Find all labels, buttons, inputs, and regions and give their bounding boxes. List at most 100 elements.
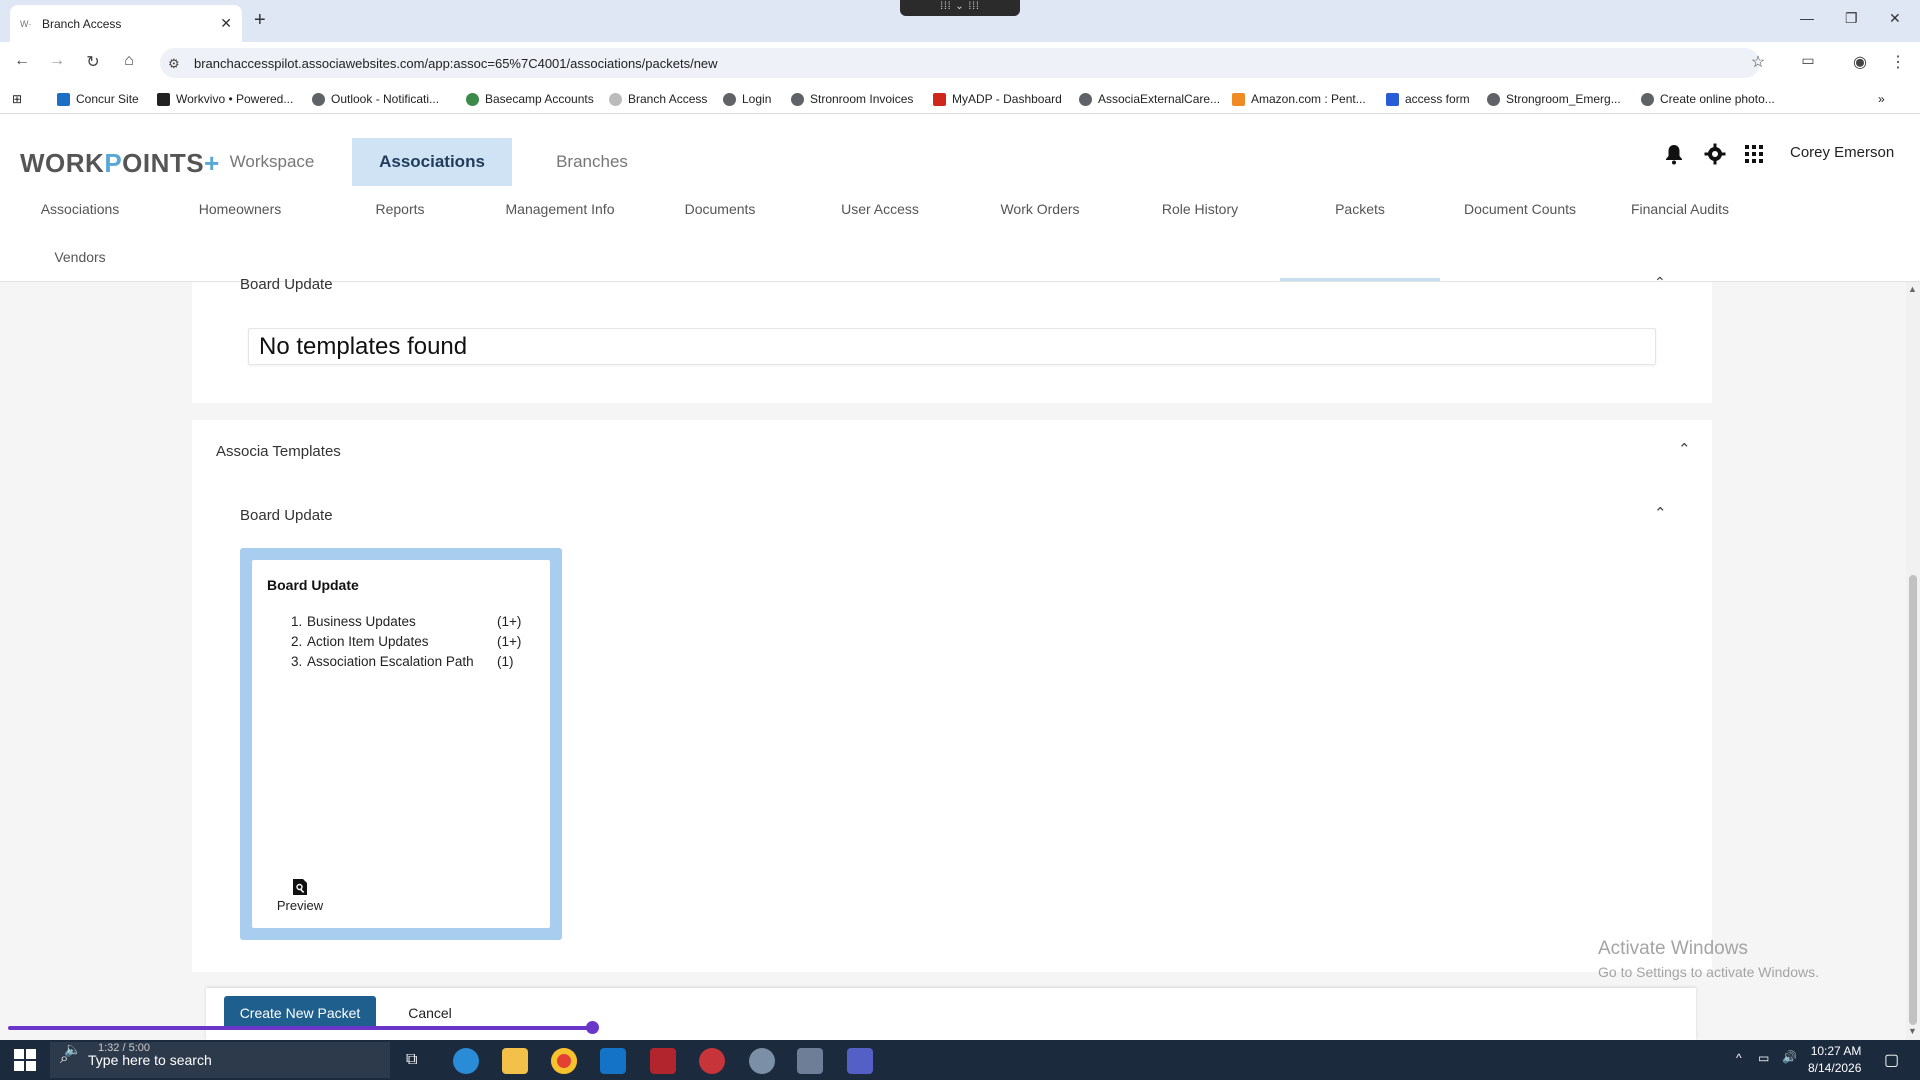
address-bar[interactable]: branchaccesspilot.associawebsites.com/ap… [160, 48, 1760, 78]
edge-icon[interactable] [453, 1048, 479, 1074]
template-card-title: Board Update [267, 577, 359, 593]
bookmark-basecamp[interactable]: Basecamp Accounts [466, 92, 594, 106]
new-tab-icon[interactable]: + [254, 9, 266, 32]
bookmark-branch-access[interactable]: Branch Access [609, 92, 707, 106]
tab-close-icon[interactable]: ✕ [220, 15, 232, 32]
app-icon[interactable] [699, 1048, 725, 1074]
app-icon[interactable] [797, 1048, 823, 1074]
video-progress-bar[interactable] [8, 1026, 593, 1030]
tab-branches[interactable]: Branches [530, 138, 654, 186]
bookmark-star-icon[interactable]: ☆ [1748, 52, 1768, 72]
minimize-icon[interactable]: — [1800, 10, 1814, 26]
outlook-icon[interactable] [600, 1048, 626, 1074]
apps-grid-icon[interactable]: ⊞ [12, 92, 22, 106]
browser-tab[interactable]: W· Branch Access ✕ [10, 5, 242, 42]
bookmark-stronroom[interactable]: Stronroom Invoices [791, 92, 913, 106]
subnav-management-info[interactable]: Management Info [490, 201, 630, 217]
file-explorer-icon[interactable] [502, 1048, 528, 1074]
url-text: branchaccesspilot.associawebsites.com/ap… [194, 55, 718, 71]
create-new-packet-button[interactable]: Create New Packet [224, 996, 376, 1030]
bookmark-myadp[interactable]: MyADP - Dashboard [933, 92, 1062, 106]
bookmark-associa-external[interactable]: AssociaExternalCare... [1079, 92, 1220, 106]
subnav-associations[interactable]: Associations [20, 201, 140, 217]
subnav-role-history[interactable]: Role History [1140, 201, 1260, 217]
close-window-icon[interactable]: ✕ [1889, 10, 1901, 27]
activate-windows-subtitle: Go to Settings to activate Windows. [1598, 964, 1819, 980]
user-name[interactable]: Corey Emerson [1790, 144, 1894, 161]
group-collapse-chevron-icon[interactable]: ⌃ [1654, 504, 1667, 522]
associa-collapse-chevron-icon[interactable]: ⌃ [1678, 440, 1691, 458]
associa-group-label[interactable]: Board Update [240, 507, 333, 524]
subnav-homeowners[interactable]: Homeowners [180, 201, 300, 217]
forward-icon[interactable]: → [47, 52, 67, 70]
bookmark-amazon[interactable]: Amazon.com : Pent... [1232, 92, 1366, 106]
cancel-button[interactable]: Cancel [396, 996, 464, 1030]
template-item-number: 3. [291, 654, 303, 669]
bookmark-favicon-icon [933, 92, 946, 106]
active-subnav-indicator [1280, 278, 1440, 281]
preview-label: Preview [276, 898, 324, 913]
subnav-reports[interactable]: Reports [340, 201, 460, 217]
subnav-financial-audits[interactable]: Financial Audits [1610, 201, 1750, 217]
bookmark-favicon-icon [57, 92, 70, 106]
bookmarks-overflow-icon[interactable]: » [1878, 92, 1885, 106]
speaker-icon[interactable]: 🔊 [1782, 1050, 1797, 1064]
subnav-vendors[interactable]: Vendors [20, 249, 140, 265]
bookmark-favicon-icon [157, 92, 170, 106]
bookmark-outlook[interactable]: Outlook - Notificati... [312, 92, 439, 106]
subnav-document-counts[interactable]: Document Counts [1450, 201, 1590, 217]
bookmark-strongroom-emerg[interactable]: Strongroom_Emerg... [1487, 92, 1621, 106]
bookmark-workvivo[interactable]: Workvivo • Powered... [157, 92, 293, 106]
task-view-icon[interactable]: ⧉ [406, 1051, 417, 1069]
notifications-center-icon[interactable]: ▢ [1884, 1050, 1899, 1070]
bookmark-favicon-icon [1079, 92, 1092, 106]
template-item-name: Association Escalation Path [307, 654, 474, 669]
subnav-user-access[interactable]: User Access [820, 201, 940, 217]
bookmark-favicon-icon [466, 92, 479, 106]
windows-start-icon[interactable] [14, 1049, 36, 1071]
apps-grid-icon[interactable] [1745, 145, 1763, 163]
page-scrollbar-thumb[interactable] [1909, 575, 1917, 1025]
tab-associations[interactable]: Associations [352, 138, 512, 186]
pdf-editor-icon[interactable] [650, 1048, 676, 1074]
restore-icon[interactable]: ❐ [1845, 10, 1858, 27]
notifications-bell-icon[interactable] [1664, 143, 1684, 165]
workpoints-logo[interactable]: WORKPOINTS+ [20, 148, 220, 179]
profile-icon[interactable]: ◉ [1850, 52, 1870, 72]
bookmark-access-form[interactable]: access form [1386, 92, 1470, 106]
bookmark-create-photo[interactable]: Create online photo... [1641, 92, 1775, 106]
reload-icon[interactable]: ↻ [83, 52, 103, 72]
subnav-packets[interactable]: Packets [1300, 201, 1420, 217]
settings-gear-icon[interactable] [1704, 143, 1726, 165]
collapse-chevron-icon[interactable]: ⌃ [1654, 274, 1666, 291]
subnav-documents[interactable]: Documents [660, 201, 780, 217]
scroll-down-icon[interactable]: ▼ [1908, 1026, 1917, 1036]
template-item-name: Action Item Updates [307, 634, 429, 649]
top-group-label[interactable]: Board Update [240, 276, 333, 293]
tray-overflow-icon[interactable]: ^ [1736, 1051, 1742, 1065]
bookmark-favicon-icon [1641, 92, 1654, 106]
template-item-count: (1+) [497, 634, 522, 649]
site-info-icon[interactable]: ⚙ [168, 56, 180, 72]
clock-date: 8/14/2026 [1808, 1061, 1862, 1075]
app-icon[interactable] [749, 1048, 775, 1074]
subnav-work-orders[interactable]: Work Orders [980, 201, 1100, 217]
bookmark-login[interactable]: Login [723, 92, 771, 106]
home-icon[interactable]: ⌂ [119, 52, 139, 70]
browser-menu-icon[interactable]: ⋮ [1888, 52, 1908, 72]
chrome-icon[interactable] [551, 1048, 577, 1074]
bookmark-concur[interactable]: Concur Site [57, 92, 139, 106]
taskbar-clock[interactable]: 10:27 AM 8/14/2026 [1808, 1043, 1861, 1077]
teams-icon[interactable] [847, 1048, 873, 1074]
back-icon[interactable]: ← [12, 52, 32, 70]
tab-workspace[interactable]: Workspace [210, 138, 334, 186]
volume-icon[interactable]: 🔈 [64, 1041, 81, 1058]
cast-icon[interactable]: ▭ [1798, 52, 1818, 69]
network-icon[interactable]: ▭ [1758, 1051, 1769, 1065]
preview-button[interactable]: Preview [272, 878, 328, 913]
bookmark-favicon-icon [312, 92, 325, 106]
associa-templates-title[interactable]: Associa Templates [216, 443, 341, 460]
scroll-up-icon[interactable]: ▲ [1908, 284, 1917, 294]
screen-recorder-handle-icon[interactable]: ⁞⁞⁞ ⌄ ⁞⁞⁞ [900, 0, 1020, 16]
video-progress-handle[interactable] [586, 1021, 599, 1034]
